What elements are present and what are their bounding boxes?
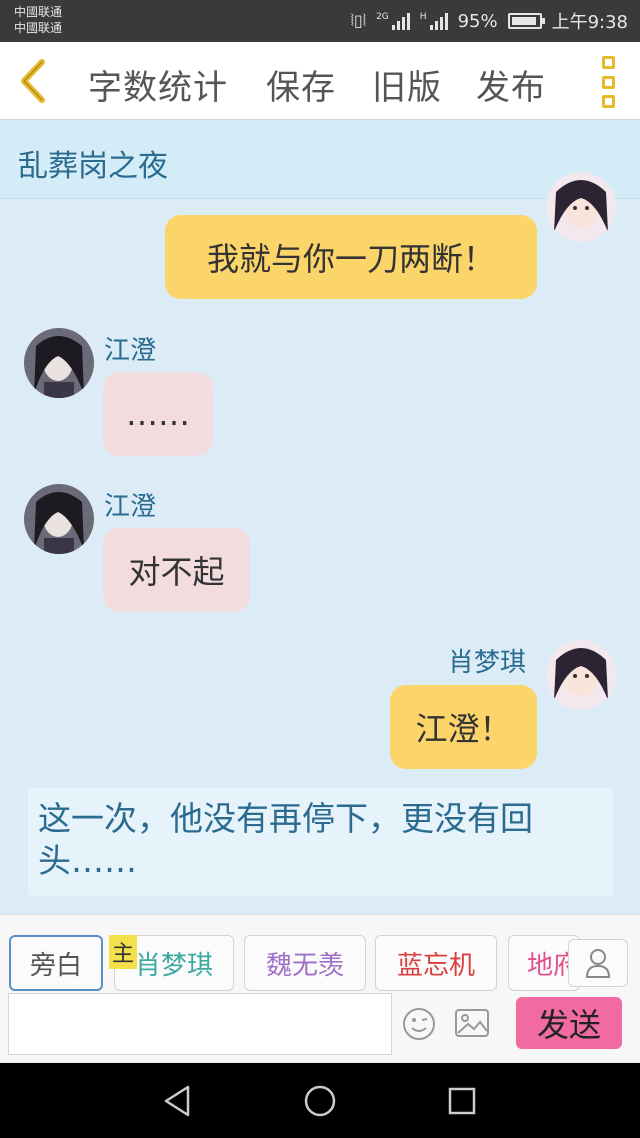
send-button[interactable]: 发送: [516, 997, 622, 1049]
old-version-button[interactable]: 旧版: [372, 60, 442, 109]
emoji-icon[interactable]: [402, 1007, 436, 1041]
carrier-1: 中國联通: [14, 5, 63, 19]
system-nav-bar: [0, 1063, 640, 1138]
message-text: 江澄！: [415, 710, 512, 748]
signal-icon-1: 2G: [376, 12, 410, 30]
role-button-wei-wuxian[interactable]: 魏无羡: [244, 935, 366, 991]
speaker-name: 江澄: [104, 336, 157, 366]
message-text: 对不起: [128, 553, 225, 591]
person-icon: [585, 949, 611, 978]
clock: 上午9:38: [551, 12, 628, 33]
chat-title-bar: 乱葬岗之夜: [0, 121, 640, 199]
avatar-jiang-cheng[interactable]: [24, 484, 94, 554]
message-bubble[interactable]: 江澄！: [390, 685, 537, 769]
message-text: ……: [126, 395, 190, 433]
back-chevron-icon[interactable]: [14, 56, 54, 106]
vibrate-icon: ⦚▯⦚: [350, 11, 367, 30]
avatar-xiao-mengqi[interactable]: [546, 172, 616, 242]
composer-panel: 旁白 肖梦琪 主 魏无羡 蓝忘机 地府 发送: [0, 914, 640, 1062]
role-button-narrator[interactable]: 旁白: [9, 935, 103, 991]
battery-icon: [507, 13, 545, 29]
signal-icon-2: H: [420, 12, 448, 30]
role-label: 魏无羡: [265, 950, 344, 981]
message-text: 我就与你一刀两断！: [206, 240, 495, 278]
carrier-labels: 中國联通 中國联通: [14, 4, 62, 36]
more-menu-icon[interactable]: [602, 56, 616, 108]
role-button-lan-wangji[interactable]: 蓝忘机: [375, 935, 497, 991]
message-bubble[interactable]: 我就与你一刀两断！: [165, 215, 537, 299]
carrier-2: 中國联通: [14, 21, 63, 35]
publish-button[interactable]: 发布: [476, 60, 546, 109]
speaker-name: 江澄: [104, 492, 157, 522]
role-label: 蓝忘机: [396, 950, 475, 981]
master-role-tag: 主: [109, 935, 137, 969]
narration-text: 这一次，他没有再停下，更没有回头……: [38, 799, 533, 880]
avatar-xiao-mengqi[interactable]: [546, 640, 616, 710]
top-toolbar: 字数统计 保存 旧版 发布: [0, 42, 640, 120]
image-icon[interactable]: [454, 1007, 490, 1039]
status-bar: 中國联通 中國联通 ⦚▯⦚ 2G H 95% 上午9:38: [0, 0, 640, 42]
nav-recents-icon[interactable]: [444, 1083, 480, 1119]
character-manager-button[interactable]: [568, 939, 628, 987]
nav-back-icon[interactable]: [160, 1083, 196, 1119]
save-button[interactable]: 保存: [266, 60, 336, 109]
message-bubble[interactable]: 对不起: [103, 528, 250, 612]
message-bubble[interactable]: ……: [103, 372, 213, 456]
role-label: 旁白: [29, 950, 82, 981]
avatar-jiang-cheng[interactable]: [24, 328, 94, 398]
speaker-name: 肖梦琪: [448, 648, 527, 678]
role-label: 肖梦琪: [134, 950, 213, 981]
message-input[interactable]: [8, 993, 392, 1055]
word-count-button[interactable]: 字数统计: [88, 60, 228, 109]
narration-block[interactable]: 这一次，他没有再停下，更没有回头……: [28, 788, 613, 896]
battery-percent: 95%: [457, 10, 498, 32]
nav-home-icon[interactable]: [302, 1083, 338, 1119]
chat-title: 乱葬岗之夜: [18, 149, 168, 184]
